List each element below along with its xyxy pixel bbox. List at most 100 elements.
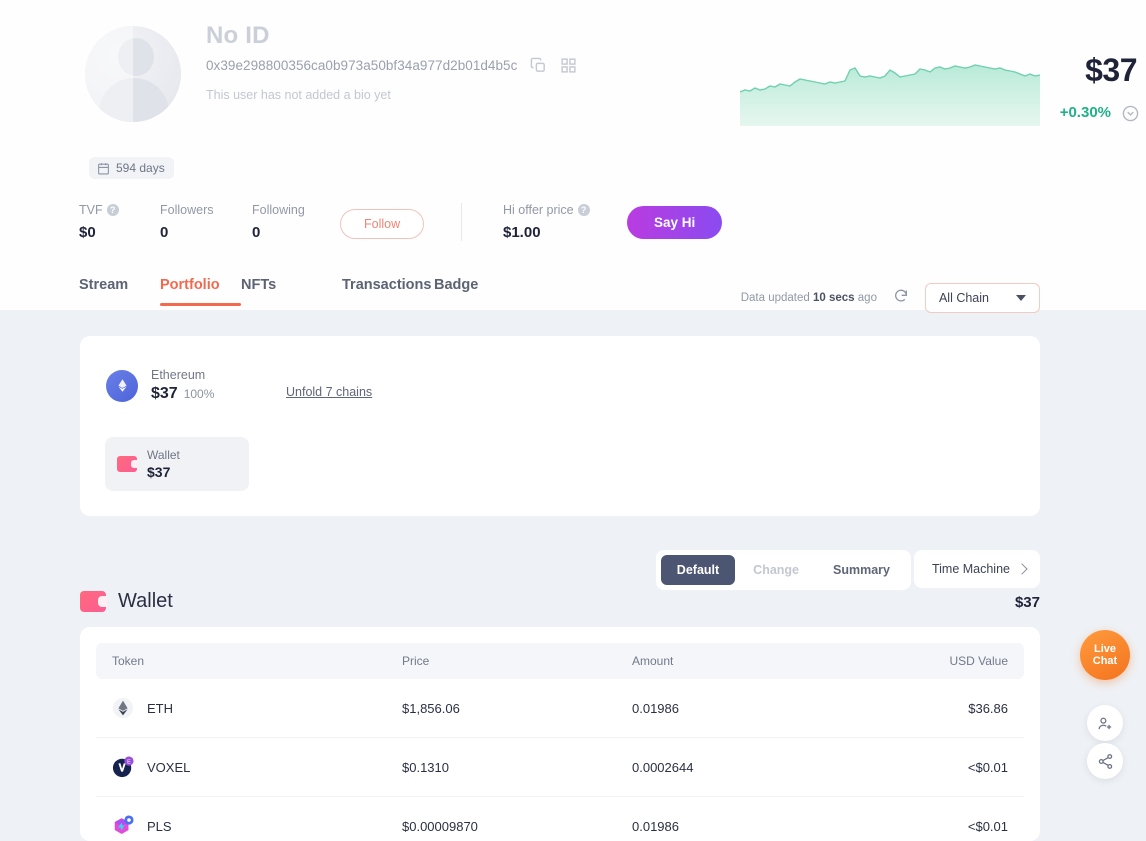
portfolio-change-percent: +0.30% — [1060, 104, 1111, 121]
eth-token-icon — [112, 697, 134, 719]
wallet-token-table: Token Price Amount USD Value ETH — [96, 643, 1024, 841]
wallet-icon — [80, 591, 106, 612]
stat-hi-offer-label: Hi offer price — [503, 203, 574, 217]
cell-amount: 0.0002644 — [616, 738, 846, 797]
wallet-section-total: $37 — [1015, 594, 1040, 611]
token-symbol: PLS — [147, 819, 172, 834]
chain-filter-select[interactable]: All Chain — [925, 283, 1040, 313]
stat-followers-label: Followers — [160, 203, 252, 217]
profile-bio: This user has not added a bio yet — [206, 88, 391, 102]
stat-tvf-value: $0 — [79, 224, 160, 241]
account-age-label: 594 days — [116, 161, 165, 175]
cell-token: PLS — [96, 797, 386, 841]
cell-price: $0.00009870 — [386, 797, 616, 841]
wallet-section-title: Wallet — [118, 590, 173, 613]
chain-ethereum-row: Ethereum $37100% — [106, 368, 214, 403]
tab-portfolio[interactable]: Portfolio — [160, 277, 241, 306]
say-hi-button[interactable]: Say Hi — [627, 206, 722, 239]
wallet-section-header: Wallet — [80, 590, 173, 613]
chain-breakdown-card: Ethereum $37100% Unfold 7 chains Wallet … — [80, 336, 1040, 516]
table-row[interactable]: PLS $0.00009870 0.01986 <$0.01 — [96, 797, 1024, 841]
stat-following-label: Following — [252, 203, 340, 217]
share-icon — [1097, 753, 1114, 770]
portfolio-sparkline-chart — [740, 64, 1040, 126]
cell-usd-value: <$0.01 — [846, 738, 1024, 797]
table-row[interactable]: ETH $1,856.06 0.01986 $36.86 — [96, 679, 1024, 738]
token-cell: E VOXEL — [112, 756, 370, 778]
address-row: 0x39e298800356ca0b973a50bf34a977d2b01d4b… — [206, 57, 577, 74]
tab-bar: Stream Portfolio NFTs Transactions Badge — [79, 277, 478, 306]
profile-page: No ID 0x39e298800356ca0b973a50bf34a977d2… — [0, 0, 1146, 841]
profile-header: No ID 0x39e298800356ca0b973a50bf34a977d2… — [0, 0, 1146, 310]
ethereum-icon — [106, 370, 138, 402]
follow-button-wrap: Follow — [340, 203, 420, 239]
copy-icon[interactable] — [530, 57, 547, 74]
divider — [461, 203, 462, 241]
cell-price: $0.1310 — [386, 738, 616, 797]
wallet-chip-text: Wallet $37 — [147, 448, 180, 480]
tab-nfts[interactable]: NFTs — [241, 277, 342, 306]
wallet-chip[interactable]: Wallet $37 — [105, 437, 249, 491]
wallet-token-table-card: Token Price Amount USD Value ETH — [80, 627, 1040, 841]
qr-code-icon[interactable] — [560, 57, 577, 74]
pls-token-icon — [112, 815, 134, 837]
tab-badge[interactable]: Badge — [434, 277, 478, 306]
token-symbol: VOXEL — [147, 760, 190, 775]
stats-divider-wrap — [420, 203, 503, 241]
avatar — [85, 26, 181, 122]
chain-info: Ethereum $37100% — [151, 368, 214, 403]
cell-amount: 0.01986 — [616, 679, 846, 738]
tab-transactions[interactable]: Transactions — [342, 277, 434, 306]
account-age-badge: 594 days — [89, 157, 174, 179]
token-cell: PLS — [112, 815, 370, 837]
follow-button[interactable]: Follow — [340, 209, 424, 239]
table-row[interactable]: E VOXEL $0.1310 0.0002644 <$0.01 — [96, 738, 1024, 797]
live-chat-line1: Live — [1094, 643, 1116, 655]
column-usd-value: USD Value — [846, 643, 1024, 679]
toolbar-right: Data updated 10 secs ago All Chain — [741, 283, 1040, 313]
help-icon[interactable]: ? — [578, 204, 590, 216]
chain-filter-value: All Chain — [939, 291, 989, 305]
refresh-icon[interactable] — [893, 288, 909, 309]
updated-time: 10 secs — [813, 292, 855, 304]
wallet-chip-label: Wallet — [147, 448, 180, 462]
cell-token: E VOXEL — [96, 738, 386, 797]
stat-hi-offer-label-wrap: Hi offer price ? — [503, 203, 627, 217]
unfold-chains-link[interactable]: Unfold 7 chains — [286, 385, 372, 399]
view-default-button[interactable]: Default — [661, 555, 735, 585]
view-change-button: Change — [737, 555, 815, 585]
tab-stream[interactable]: Stream — [79, 277, 160, 306]
chevron-right-icon — [1016, 563, 1027, 574]
column-token: Token — [96, 643, 386, 679]
stats-row: TVF ? $0 Followers 0 Following 0 Follow — [79, 203, 722, 241]
help-icon[interactable]: ? — [107, 204, 119, 216]
sparkline-area — [740, 65, 1040, 126]
chevron-down-circle-icon[interactable] — [1122, 105, 1139, 122]
add-contact-button[interactable] — [1087, 705, 1123, 741]
stat-tvf: TVF ? $0 — [79, 203, 160, 241]
stat-following[interactable]: Following 0 — [252, 203, 340, 241]
cell-amount: 0.01986 — [616, 797, 846, 841]
column-amount: Amount — [616, 643, 846, 679]
svg-text:E: E — [127, 759, 131, 765]
data-updated-status: Data updated 10 secs ago — [741, 292, 877, 304]
stat-tvf-label: TVF — [79, 203, 103, 217]
user-add-icon — [1097, 715, 1114, 732]
calendar-icon — [97, 162, 110, 175]
stat-hi-offer: Hi offer price ? $1.00 — [503, 203, 627, 241]
updated-suffix: ago — [858, 292, 877, 304]
live-chat-line2: Chat — [1093, 655, 1117, 667]
chain-name: Ethereum — [151, 368, 214, 382]
table-header: Token Price Amount USD Value — [96, 643, 1024, 679]
chain-value: $37 — [151, 385, 178, 402]
stat-followers[interactable]: Followers 0 — [160, 203, 252, 241]
share-button[interactable] — [1087, 743, 1123, 779]
portfolio-total-value: $37 — [1085, 52, 1137, 89]
cell-usd-value: <$0.01 — [846, 797, 1024, 841]
live-chat-button[interactable]: Live Chat — [1080, 630, 1130, 680]
time-machine-button[interactable]: Time Machine — [914, 550, 1040, 588]
view-summary-button[interactable]: Summary — [817, 555, 906, 585]
updated-prefix: Data updated — [741, 292, 810, 304]
wallet-chip-value: $37 — [147, 464, 180, 480]
cell-token: ETH — [96, 679, 386, 738]
